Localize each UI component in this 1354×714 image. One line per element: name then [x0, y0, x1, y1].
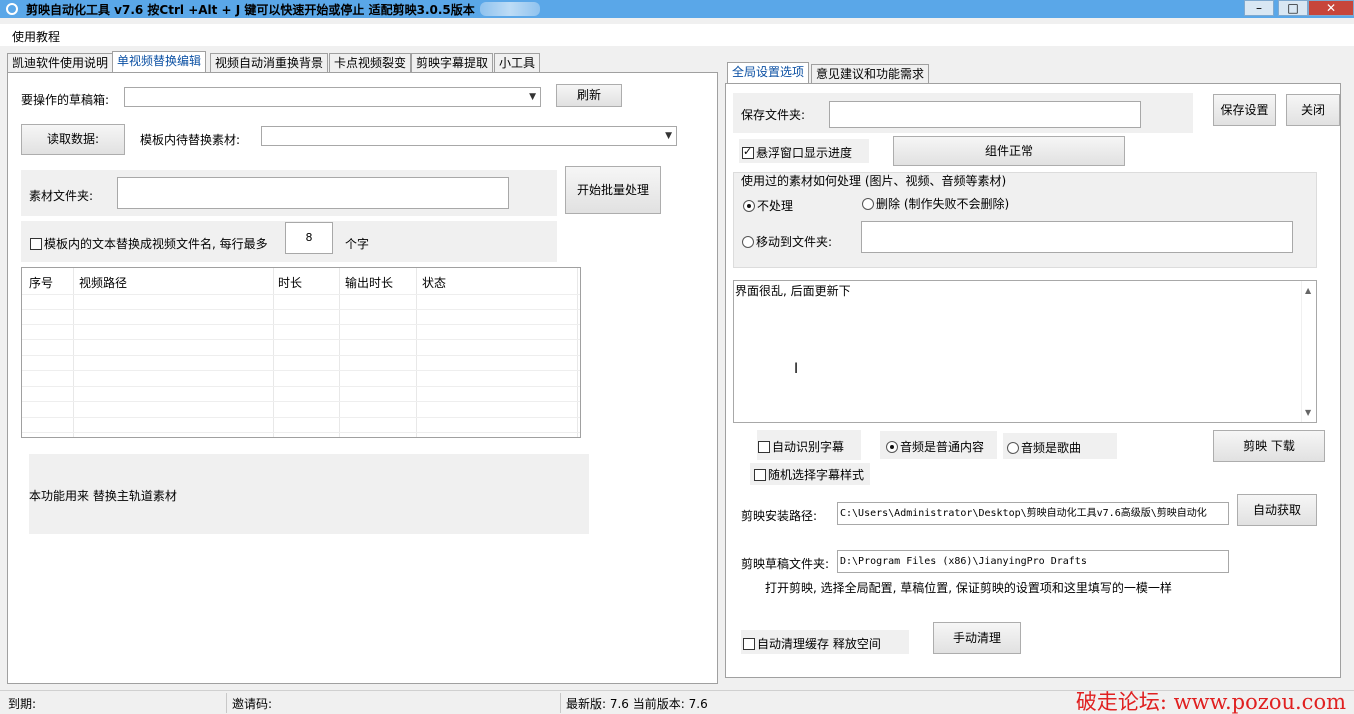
- tab-kaidi-usage[interactable]: 凯迪软件使用说明: [7, 53, 114, 73]
- auto-clear-checkbox[interactable]: [743, 638, 755, 650]
- chars-unit-label: 个字: [345, 237, 370, 251]
- move-to-folder-label: 移动到文件夹:: [756, 235, 833, 249]
- version-label: 最新版: 7.6 当前版本: 7.6: [566, 697, 708, 711]
- jianying-download-button[interactable]: 剪映 下载: [1213, 430, 1325, 462]
- delete-radio[interactable]: [862, 198, 874, 210]
- move-to-folder-radio[interactable]: [742, 236, 754, 248]
- used-material-group-title: 使用过的素材如何处理 (图片、视频、音频等素材): [741, 174, 1007, 188]
- max-chars-input[interactable]: 8: [285, 222, 333, 254]
- start-batch-button[interactable]: 开始批量处理: [565, 166, 661, 214]
- random-subtitle-option[interactable]: 随机选择字幕样式: [754, 466, 864, 483]
- save-settings-button[interactable]: 保存设置: [1213, 94, 1276, 126]
- scroll-down-icon[interactable]: ▼: [1305, 408, 1311, 417]
- refresh-button[interactable]: 刷新: [556, 84, 622, 107]
- tab-tools[interactable]: 小工具: [494, 53, 541, 73]
- save-folder-label: 保存文件夹:: [741, 108, 806, 122]
- install-path-input[interactable]: C:\Users\Administrator\Desktop\剪映自动化工具v7…: [837, 502, 1229, 525]
- floating-progress-checkbox[interactable]: [742, 145, 754, 159]
- component-status-button[interactable]: 组件正常: [893, 136, 1125, 166]
- audio-normal-label: 音频是普通内容: [900, 440, 985, 454]
- tab-subtitle-extract[interactable]: 剪映字幕提取: [411, 53, 494, 73]
- random-subtitle-checkbox[interactable]: [754, 469, 766, 481]
- audio-normal-radio[interactable]: [886, 441, 898, 453]
- draft-box-select[interactable]: ▼: [124, 87, 541, 107]
- replace-text-option[interactable]: 模板内的文本替换成视频文件名, 每行最多: [30, 235, 268, 252]
- video-table[interactable]: 序号 视频路径 时长 输出时长 状态: [21, 267, 581, 438]
- app-icon: [6, 3, 18, 15]
- chevron-down-icon: ▼: [665, 131, 672, 141]
- invite-code-label: 邀请码:: [232, 697, 273, 711]
- draft-folder-label: 剪映草稿文件夹:: [741, 557, 830, 571]
- save-folder-input[interactable]: [829, 101, 1141, 128]
- replace-text-label: 模板内的文本替换成视频文件名, 每行最多: [44, 237, 268, 251]
- material-folder-label: 素材文件夹:: [29, 189, 94, 203]
- description-text: 本功能用来 替换主轨道素材: [29, 489, 177, 503]
- audio-song-label: 音频是歌曲: [1021, 441, 1082, 455]
- no-process-option[interactable]: 不处理: [743, 197, 793, 214]
- audio-song-radio[interactable]: [1007, 442, 1019, 454]
- tab-beat-video-fission[interactable]: 卡点视频裂变: [329, 53, 412, 73]
- auto-clear-option[interactable]: 自动清理缓存 释放空间: [743, 635, 881, 652]
- notes-scrollbar[interactable]: ▲ ▼: [1301, 281, 1316, 422]
- col-video-path: 视频路径: [79, 276, 128, 290]
- draft-box-label: 要操作的草稿箱:: [21, 93, 110, 107]
- watermark: 破走论坛: www.pozou.com: [1075, 690, 1346, 714]
- draft-folder-hint: 打开剪映, 选择全局配置, 草稿位置, 保证剪映的设置项和这里填写的一模一样: [765, 581, 1172, 595]
- col-index: 序号: [29, 276, 54, 290]
- template-material-label: 模板内待替换素材:: [140, 133, 241, 147]
- tab-single-video-replace[interactable]: 单视频替换编辑: [112, 51, 207, 73]
- install-path-label: 剪映安装路径:: [741, 509, 818, 523]
- delete-label: 删除 (制作失败不会删除): [876, 197, 1010, 211]
- col-duration: 时长: [278, 276, 303, 290]
- replace-text-checkbox[interactable]: [30, 238, 42, 250]
- window-title: 剪映自动化工具 v7.6 按Ctrl +Alt + J 键可以快速开始或停止 适…: [26, 3, 475, 17]
- draft-folder-input[interactable]: D:\Program Files (x86)\JianyingPro Draft…: [837, 550, 1229, 573]
- audio-song-option[interactable]: 音频是歌曲: [1007, 439, 1081, 456]
- expire-label: 到期:: [8, 697, 37, 711]
- scroll-up-icon[interactable]: ▲: [1305, 286, 1311, 295]
- menu-bar: 使用教程: [0, 24, 1354, 46]
- delete-option[interactable]: 删除 (制作失败不会删除): [862, 195, 1009, 212]
- text-cursor-icon: I: [794, 361, 799, 377]
- menu-tutorial[interactable]: 使用教程: [12, 28, 60, 45]
- template-material-select[interactable]: ▼: [261, 126, 677, 146]
- move-to-folder-input[interactable]: [861, 221, 1293, 253]
- maximize-button[interactable]: □: [1278, 0, 1308, 16]
- chevron-down-icon: ▼: [529, 92, 536, 102]
- manual-clear-button[interactable]: 手动清理: [933, 622, 1021, 654]
- auto-get-button[interactable]: 自动获取: [1237, 494, 1317, 526]
- col-status: 状态: [422, 276, 447, 290]
- tab-feedback[interactable]: 意见建议和功能需求: [811, 64, 930, 84]
- auto-subtitle-checkbox[interactable]: [758, 441, 770, 453]
- auto-clear-label: 自动清理缓存 释放空间: [757, 637, 881, 651]
- material-folder-input[interactable]: [117, 177, 509, 209]
- notes-textarea[interactable]: 界面很乱, 后面更新下 I ▲ ▼: [733, 280, 1317, 423]
- move-to-folder-option[interactable]: 移动到文件夹:: [742, 233, 832, 250]
- close-window-button[interactable]: ✕: [1308, 0, 1354, 16]
- col-output-duration: 输出时长: [345, 276, 394, 290]
- audio-normal-option[interactable]: 音频是普通内容: [886, 438, 984, 455]
- no-process-radio[interactable]: [743, 200, 755, 212]
- floating-progress-option[interactable]: 悬浮窗口显示进度: [742, 144, 852, 161]
- floating-progress-label: 悬浮窗口显示进度: [756, 146, 853, 160]
- close-button[interactable]: 关闭: [1286, 94, 1340, 126]
- title-bar: 剪映自动化工具 v7.6 按Ctrl +Alt + J 键可以快速开始或停止 适…: [0, 0, 1354, 18]
- notes-text: 界面很乱, 后面更新下: [735, 284, 851, 298]
- auto-subtitle-option[interactable]: 自动识别字幕: [758, 438, 844, 455]
- tab-auto-dedup-bg[interactable]: 视频自动消重换背景: [210, 53, 329, 73]
- minimize-button[interactable]: –: [1244, 0, 1274, 16]
- no-process-label: 不处理: [757, 199, 794, 213]
- auto-subtitle-label: 自动识别字幕: [772, 440, 845, 454]
- read-data-button[interactable]: 读取数据:: [21, 124, 125, 155]
- tab-global-settings[interactable]: 全局设置选项: [727, 62, 810, 84]
- blurred-region: [480, 2, 540, 16]
- random-subtitle-label: 随机选择字幕样式: [768, 468, 865, 482]
